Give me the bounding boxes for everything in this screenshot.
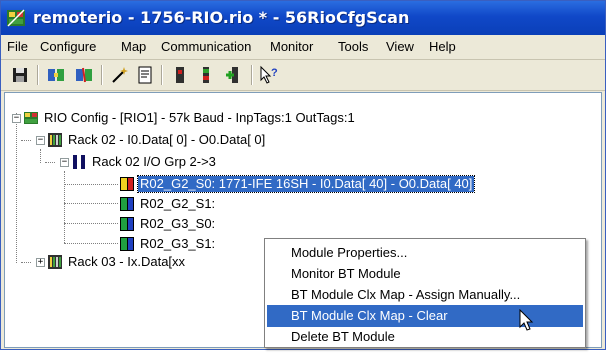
module-icon (120, 217, 134, 231)
tree-node-label: Rack 02 - I0.Data[ 0] - O0.Data[ 0] (68, 132, 266, 147)
menu-item-monitor-bt-module[interactable]: Monitor BT Module (267, 263, 583, 285)
tree-connector (64, 243, 118, 244)
menu-bar: File Configure Map Communication Monitor… (1, 35, 605, 60)
tree-connector (64, 223, 118, 224)
bt-module-icon (120, 177, 134, 191)
tree-node-io-group[interactable]: Rack 02 I/O Grp 2->3 (71, 153, 321, 171)
tree-node-label: R02_G3_S0: (140, 216, 216, 231)
menu-help[interactable]: Help (429, 39, 456, 54)
tree-node-label: R02_G3_S1: (140, 236, 216, 251)
collapse-toggle-io-group[interactable]: − (60, 158, 69, 167)
module-add-icon[interactable] (223, 64, 245, 86)
toolbar: ? (1, 60, 605, 91)
module-icon (120, 197, 134, 211)
tree-connector (45, 162, 55, 163)
window-title: remoterio - 1756-RIO.rio * - 56RioCfgSca… (33, 8, 410, 27)
tree-node-rio-config[interactable]: RIO Config - [RIO1] - 57k Baud - InpTags… (23, 109, 523, 127)
help-pointer-icon[interactable]: ? (258, 64, 280, 86)
context-menu: Module Properties... Monitor BT Module B… (264, 238, 586, 348)
tree-connector (40, 149, 41, 163)
menu-item-clx-map-assign[interactable]: BT Module Clx Map - Assign Manually... (267, 284, 583, 306)
tree-node-label: Rack 02 I/O Grp 2->3 (92, 154, 216, 169)
save-icon[interactable] (9, 64, 31, 86)
tree-node-module-r02-g2-s0[interactable]: R02_G2_S0: 1771-IFE 16SH - I0.Data[ 40] … (119, 175, 599, 193)
tree-connector (21, 262, 31, 263)
tree-node-module-r02-g3-s1[interactable]: R02_G3_S1: (119, 235, 259, 253)
menu-configure[interactable]: Configure (40, 39, 96, 54)
tree-node-rack-02[interactable]: Rack 02 - I0.Data[ 0] - O0.Data[ 0] (47, 131, 377, 149)
menu-view[interactable]: View (386, 39, 414, 54)
expand-toggle-rack-03[interactable]: + (36, 258, 45, 267)
tree-node-rack-03[interactable]: Rack 03 - Ix.Data[xx (47, 253, 277, 271)
tree-node-label: RIO Config - [RIO1] - 57k Baud - InpTags… (44, 110, 355, 125)
menu-tools[interactable]: Tools (338, 39, 368, 54)
rio-config-icon (24, 112, 38, 124)
menu-item-module-properties[interactable]: Module Properties... (267, 242, 583, 264)
toolbar-separator (101, 65, 103, 85)
tree-node-label: Rack 03 - Ix.Data[xx (68, 254, 186, 269)
menu-map[interactable]: Map (121, 39, 146, 54)
tree-connector (64, 184, 118, 185)
tree-node-module-r02-g3-s0[interactable]: R02_G3_S0: (119, 215, 259, 233)
tree-node-label: R02_G2_S1: (140, 196, 216, 211)
tree-connector (64, 203, 118, 204)
mouse-pointer-icon (519, 309, 534, 331)
module-red-icon[interactable] (169, 64, 191, 86)
svg-text:?: ? (271, 67, 278, 79)
tree-connector (16, 113, 17, 263)
rack-icon (48, 255, 62, 269)
menu-communication[interactable]: Communication (161, 39, 251, 54)
menu-item-clx-map-clear[interactable]: BT Module Clx Map - Clear (267, 305, 583, 327)
menu-item-delete-bt-module[interactable]: Delete BT Module (267, 326, 583, 348)
collapse-toggle-rack-02[interactable]: − (36, 136, 45, 145)
wizard-icon[interactable] (109, 64, 131, 86)
tree-connector (64, 171, 65, 243)
io-group-icon (73, 155, 85, 169)
tree-node-module-r02-g2-s1[interactable]: R02_G2_S1: (119, 195, 259, 213)
toolbar-separator (161, 65, 163, 85)
toolbar-separator (251, 65, 253, 85)
menu-file[interactable]: File (7, 39, 28, 54)
rack-icon (48, 133, 62, 147)
toolbar-separator (37, 65, 39, 85)
menu-monitor[interactable]: Monitor (270, 39, 313, 54)
app-icon (7, 9, 25, 27)
collapse-toggle-root[interactable]: − (12, 114, 21, 123)
connect-icon[interactable] (45, 64, 67, 86)
module-icon (120, 237, 134, 251)
document-icon[interactable] (134, 64, 156, 86)
disconnect-icon[interactable] (73, 64, 95, 86)
module-green-icon[interactable] (195, 64, 217, 86)
tree-connector (21, 140, 31, 141)
title-bar[interactable]: remoterio - 1756-RIO.rio * - 56RioCfgSca… (1, 1, 605, 35)
tree-node-label: R02_G2_S0: 1771-IFE 16SH - I0.Data[ 40] … (136, 175, 476, 193)
